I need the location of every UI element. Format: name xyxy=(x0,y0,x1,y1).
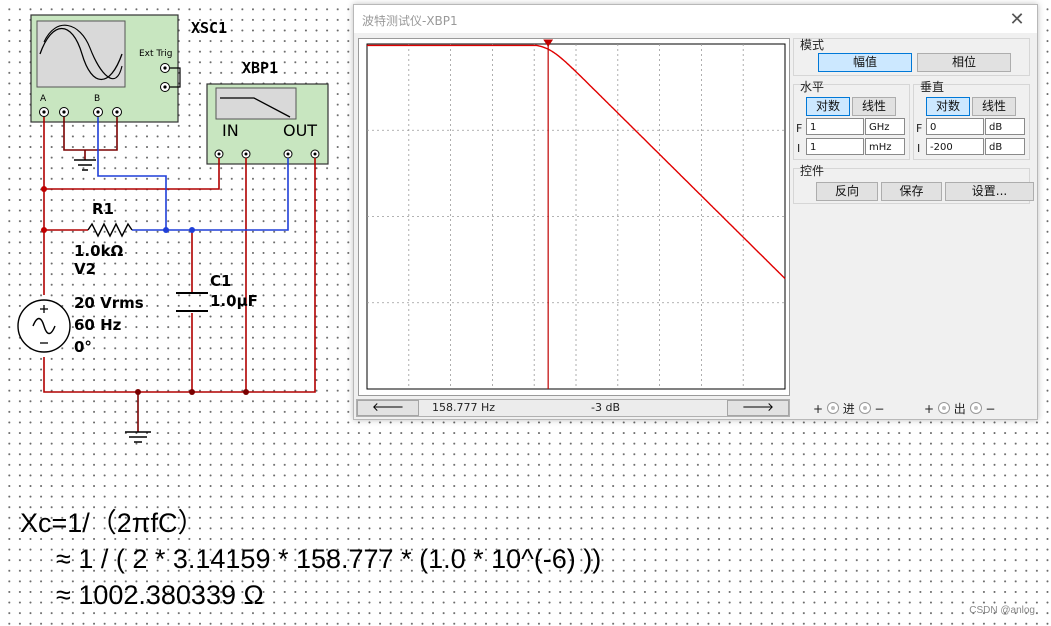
magnitude-button[interactable]: 幅值 xyxy=(818,53,912,72)
cursor-marker-icon[interactable] xyxy=(543,39,554,47)
resistor-r1[interactable] xyxy=(87,222,133,238)
vertical-initial-label: I xyxy=(917,142,921,155)
cursor-left-arrow-icon[interactable]: 🡐 xyxy=(357,400,419,416)
ac-source-v2[interactable] xyxy=(17,299,71,353)
horizontal-panel: 水平 对数 线性 F 1 GHz I 1 mHz xyxy=(793,80,910,160)
oscilloscope-name: XSC1 xyxy=(191,19,227,37)
resistor-value: 1.0kΩ xyxy=(74,242,124,260)
horizontal-final-label: F xyxy=(796,122,803,135)
horizontal-initial-input[interactable]: 1 xyxy=(806,138,864,155)
capacitor-value: 1.0µF xyxy=(210,292,258,310)
save-button[interactable]: 保存 xyxy=(881,182,942,201)
mode-label: 模式 xyxy=(800,38,825,52)
vertical-final-input[interactable]: 0 xyxy=(926,118,984,135)
window-title: 波特测试仪-XBP1 xyxy=(362,14,458,28)
in-plus-label: + xyxy=(813,402,824,416)
junction-dots xyxy=(41,186,249,395)
in-minus-label: − xyxy=(874,402,885,416)
formula-block: Xc=1/（2πfC） ≈ 1 / ( 2 * 3.14159 * 158.77… xyxy=(20,505,601,613)
reverse-button[interactable]: 反向 xyxy=(816,182,878,201)
scope-ch-a-label: A xyxy=(40,94,47,104)
in-minus-terminal-icon[interactable] xyxy=(858,402,871,414)
cursor-right-arrow-icon[interactable]: 🡒 xyxy=(727,400,789,416)
frequency-readout: 158.777 Hz xyxy=(432,401,496,414)
bode-plot-svg xyxy=(366,39,786,390)
phase-button[interactable]: 相位 xyxy=(917,53,1011,72)
formula-line-2: ≈ 1 / ( 2 * 3.14159 * 158.777 * (1.0 * 1… xyxy=(56,544,602,574)
output-connector-group: + 出 − xyxy=(924,400,995,417)
source-frequency: 60 Hz xyxy=(74,316,122,334)
in-plus-terminal-icon[interactable] xyxy=(826,402,839,414)
horizontal-initial-unit[interactable]: mHz xyxy=(865,138,905,155)
settings-button[interactable]: 设置... xyxy=(945,182,1034,201)
bode-plotter-window: 波特测试仪-XBP1 ✕ 🡐 158.777 Hz -3 dB 🡒 模式 幅值 … xyxy=(353,4,1038,420)
readout-bar: 🡐 158.777 Hz -3 dB 🡒 xyxy=(356,399,790,417)
vertical-final-label: F xyxy=(916,122,923,135)
oscilloscope-xsc1[interactable]: Ext Trig A B xyxy=(30,14,179,123)
source-name: V2 xyxy=(74,260,96,278)
in-label: 进 xyxy=(842,402,855,416)
horizontal-linear-button[interactable]: 线性 xyxy=(852,97,896,116)
resistor-name: R1 xyxy=(92,200,114,218)
scope-ch-b-label: B xyxy=(94,94,100,104)
ext-trig-label: Ext Trig xyxy=(139,49,173,59)
bode-plot-area[interactable] xyxy=(358,38,790,396)
horizontal-label: 水平 xyxy=(800,80,825,94)
vertical-initial-unit[interactable]: dB xyxy=(985,138,1025,155)
horizontal-initial-label: I xyxy=(797,142,801,155)
horizontal-final-input[interactable]: 1 xyxy=(806,118,864,135)
ground-symbol-main xyxy=(125,431,151,443)
source-amplitude: 20 Vrms xyxy=(74,294,144,312)
capacitor-name: C1 xyxy=(210,272,231,290)
vertical-log-button[interactable]: 对数 xyxy=(926,97,970,116)
window-titlebar[interactable]: 波特测试仪-XBP1 ✕ xyxy=(354,5,1037,33)
source-phase: 0° xyxy=(74,338,92,356)
horizontal-final-unit[interactable]: GHz xyxy=(865,118,905,135)
close-icon[interactable]: ✕ xyxy=(1003,7,1031,31)
out-minus-label: − xyxy=(985,402,996,416)
mode-panel: 模式 幅值 相位 xyxy=(793,38,1030,76)
capacitor-c1[interactable] xyxy=(176,292,208,312)
controls-label: 控件 xyxy=(800,164,825,178)
formula-line-1: Xc=1/（2πfC） xyxy=(20,508,205,538)
vertical-label: 垂直 xyxy=(920,80,945,94)
horizontal-log-button[interactable]: 对数 xyxy=(806,97,850,116)
formula-line-3: ≈ 1002.380339 Ω xyxy=(56,580,264,610)
watermark: CSDN @anlog xyxy=(969,605,1035,616)
out-plus-label: + xyxy=(924,402,935,416)
vertical-initial-input[interactable]: -200 xyxy=(926,138,984,155)
vertical-linear-button[interactable]: 线性 xyxy=(972,97,1016,116)
out-plus-terminal-icon[interactable] xyxy=(937,402,950,414)
controls-panel: 控件 反向 保存 设置... xyxy=(793,164,1034,204)
vertical-final-unit[interactable]: dB xyxy=(985,118,1025,135)
out-minus-terminal-icon[interactable] xyxy=(969,402,982,414)
out-label: 出 xyxy=(953,402,966,416)
ground-symbol-scope xyxy=(74,159,96,171)
input-connector-group: + 进 − xyxy=(813,400,884,417)
gain-readout: -3 dB xyxy=(591,401,620,414)
bode-in-label: IN xyxy=(222,121,239,140)
vertical-panel: 垂直 对数 线性 F 0 dB I -200 dB xyxy=(913,80,1030,160)
bode-instrument-name: XBP1 xyxy=(242,59,278,77)
bode-out-label: OUT xyxy=(283,121,317,140)
